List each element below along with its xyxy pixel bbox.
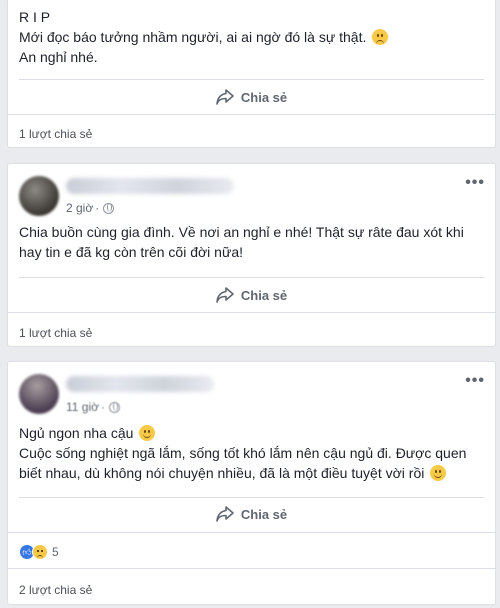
divider xyxy=(19,497,484,498)
share-button[interactable]: Chia sẻ xyxy=(19,82,484,112)
share-arrow-icon xyxy=(216,506,234,522)
post-line: Ngủ ngon nha cậu xyxy=(19,425,134,441)
share-count-link[interactable]: 2 lượt chia sẻ xyxy=(19,583,92,597)
divider xyxy=(8,312,495,313)
globe-icon xyxy=(109,401,120,413)
reactions-summary[interactable]: 👍︎ 5 xyxy=(19,544,59,560)
post-meta: 2 giờ · xyxy=(66,201,115,215)
share-arrow-icon xyxy=(216,89,234,105)
post-card-2: 2 giờ · ••• Chia buồn cùng gia đình. Về … xyxy=(7,163,496,347)
divider xyxy=(19,277,484,278)
share-label: Chia sẻ xyxy=(240,89,288,105)
divider xyxy=(8,114,495,115)
divider xyxy=(8,568,495,569)
share-label: Chia sẻ xyxy=(240,287,288,303)
share-arrow-icon xyxy=(216,287,234,303)
share-count-link[interactable]: 1 lượt chia sẻ xyxy=(19,326,92,340)
post-card-3: 11 giờ · ••• Ngủ ngon nha cậu Cuộc sống … xyxy=(7,361,496,605)
smiley-icon xyxy=(139,425,156,441)
more-options-icon[interactable]: ••• xyxy=(465,174,485,192)
divider xyxy=(19,79,484,80)
post-line: Cuộc sống nghiệt ngã lắm, sống tốt khó l… xyxy=(19,445,467,461)
smiley-icon xyxy=(430,465,447,481)
post-line: An nghỉ nhé. xyxy=(19,49,98,65)
author-name-blurred[interactable] xyxy=(66,178,234,194)
post-line: Chia buồn cùng gia đình. Về nơi an nghỉ … xyxy=(19,224,464,240)
author-name-blurred[interactable] xyxy=(66,376,214,392)
sad-reaction-icon xyxy=(32,544,48,560)
divider xyxy=(8,532,495,533)
avatar[interactable] xyxy=(19,176,59,216)
share-label: Chia sẻ xyxy=(240,506,288,522)
post-time[interactable]: 2 giờ xyxy=(66,201,93,215)
post-text: Chia buồn cùng gia đình. Về nơi an nghỉ … xyxy=(19,222,464,262)
post-line: biết nhau, dù không nói chuyện nhiều, đã… xyxy=(19,465,425,481)
share-button[interactable]: Chia sẻ xyxy=(19,499,484,529)
post-line: hay tin e đã kg còn trên cõi đời nữa! xyxy=(19,244,244,260)
reaction-count: 5 xyxy=(52,545,59,559)
avatar[interactable] xyxy=(19,374,59,414)
post-text: R I P Mới đọc báo tưởng nhầm người, ai a… xyxy=(19,7,389,67)
share-count-link[interactable]: 1 lượt chia sẻ xyxy=(19,127,92,141)
post-text: Ngủ ngon nha cậu Cuộc sống nghiệt ngã lắ… xyxy=(19,423,466,483)
post-line: R I P xyxy=(19,9,51,25)
post-card-1: R I P Mới đọc báo tưởng nhầm người, ai a… xyxy=(7,0,496,148)
worried-face-icon xyxy=(372,29,389,45)
more-options-icon[interactable]: ••• xyxy=(465,372,485,390)
post-time[interactable]: 11 giờ xyxy=(66,400,99,414)
globe-icon xyxy=(103,202,115,214)
share-button[interactable]: Chia sẻ xyxy=(19,280,484,310)
post-line: Mới đọc báo tưởng nhầm người, ai ai ngờ … xyxy=(19,29,367,45)
post-meta: 11 giờ · xyxy=(66,400,120,414)
